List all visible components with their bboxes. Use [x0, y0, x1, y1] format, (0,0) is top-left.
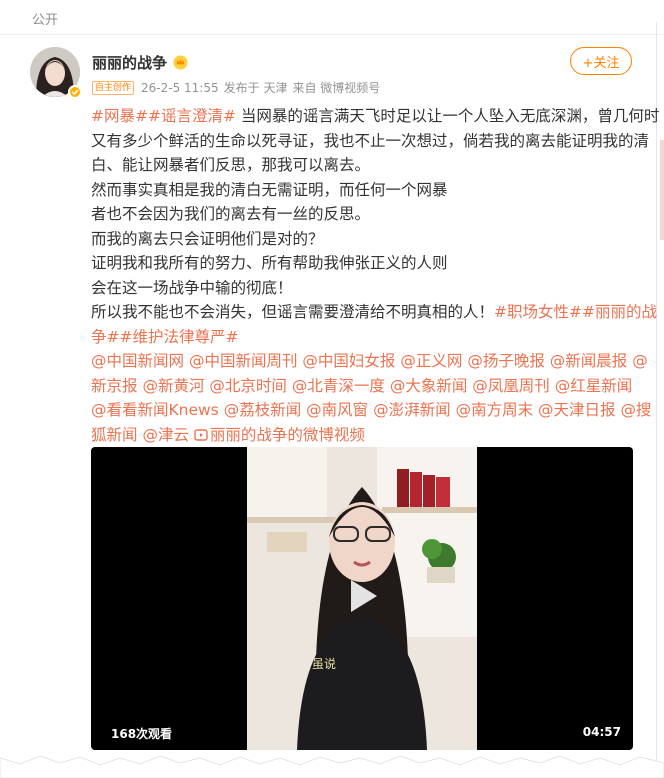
- post-text: 当网暴的谣言满天飞时足以让一个人坠入无底深渊，曾几何时: [235, 107, 660, 125]
- mention-link[interactable]: @中国新闻网: [91, 352, 184, 370]
- post-line: 证明我和我所有的努力、所有帮助我伸张正义的人则: [91, 254, 448, 272]
- post-line: 又有多少个鲜活的生命以死寻证，我也不止一次想过，倘若我的离去能证明我的清: [91, 131, 650, 150]
- post-line: 然而事实真相是我的清白无需证明，而任何一个网暴: [91, 180, 448, 199]
- mention-link[interactable]: @津云: [142, 426, 189, 444]
- mention-link[interactable]: @澎湃新闻: [373, 401, 451, 419]
- mentions-line-2: 新京报 @新黄河 @北京时间 @北青深一度 @大象新闻 @凤凰周刊 @红星新闻: [91, 374, 636, 399]
- mention-link[interactable]: @中国妇女报: [302, 352, 395, 370]
- post-line: 所以我不能也不会消失，但谣言需要澄清给不明真相的人！#职场女性##丽丽的战: [91, 300, 657, 325]
- video-duration: 04:57: [582, 725, 621, 739]
- side-tab[interactable]: [660, 140, 664, 240]
- mention-link[interactable]: @天津日报: [538, 401, 616, 419]
- post-text: 所以我不能也不会消失，但谣言需要澄清给不明真相的人！: [91, 303, 495, 321]
- crown-icon: [173, 55, 188, 70]
- mention-link[interactable]: @凤凰周刊: [472, 377, 550, 395]
- visibility-label: 公开: [32, 13, 59, 28]
- author-row: 丽丽的战争: [92, 52, 188, 73]
- post-line: 争##维护法律尊严#: [91, 325, 636, 350]
- post-location: 发布于 天津: [223, 81, 288, 95]
- hashtag[interactable]: #维护法律尊严#: [120, 328, 239, 346]
- hashtag[interactable]: #网暴#: [91, 107, 148, 125]
- post-source: 来自 微博视频号: [292, 81, 381, 95]
- hashtag[interactable]: #谣言澄清#: [148, 107, 236, 125]
- top-bar: 公开: [0, 0, 664, 35]
- video-link-icon: [194, 428, 208, 441]
- post-meta: 自主创作 26-2-5 11:55 发布于 天津 来自 微博视频号: [92, 79, 380, 96]
- mention-link[interactable]: @北京时间: [209, 377, 287, 395]
- verified-icon: [68, 85, 82, 99]
- post-line: 而我的离去只会证明他们是对的？: [91, 229, 324, 248]
- mentions-line-1: @中国新闻网 @中国新闻周刊 @中国妇女报 @正义网 @扬子晚报 @新闻晨报 @: [91, 349, 648, 374]
- view-count: 168次观看: [111, 727, 173, 741]
- mentions-line-4: 狐新闻 @津云 丽丽的战争的微博视频: [91, 423, 636, 448]
- author-name[interactable]: 丽丽的战争: [92, 52, 167, 73]
- video-link-label: 丽丽的战争的微博视频: [209, 425, 365, 444]
- video-player[interactable]: 虽说 168次观看 04:57: [91, 447, 633, 750]
- mention-link[interactable]: @中国新闻周刊: [189, 352, 298, 370]
- post-line: 会在这一场战争中输的彻底！: [91, 278, 293, 297]
- post-body: #网暴##谣言澄清# 当网暴的谣言满天飞时足以让一个人坠入无底深渊，曾几何时 又…: [91, 104, 659, 448]
- play-icon[interactable]: [341, 575, 383, 617]
- mention-link[interactable]: 狐新闻: [91, 426, 138, 444]
- mention-link[interactable]: @: [632, 352, 648, 370]
- video-link[interactable]: 丽丽的战争的微博视频: [194, 426, 365, 444]
- hashtag[interactable]: #职场女性#: [494, 303, 582, 321]
- mention-link[interactable]: @荔枝新闻: [224, 401, 302, 419]
- mention-link[interactable]: @红星新闻: [555, 377, 633, 395]
- hashtag[interactable]: #丽丽的战: [582, 303, 657, 321]
- post-line: 者也不会因为我们的离去有一丝的反思。: [91, 205, 371, 223]
- mention-link[interactable]: @正义网: [400, 352, 462, 370]
- mention-link[interactable]: @新黄河: [142, 377, 204, 395]
- mention-link[interactable]: @新闻晨报: [550, 352, 628, 370]
- video-caption: 虽说: [312, 657, 337, 671]
- mention-link[interactable]: @看看新闻Knews: [91, 401, 219, 419]
- post-time[interactable]: 26-2-5 11:55: [141, 81, 219, 95]
- mention-link[interactable]: @北青深一度: [292, 377, 385, 395]
- mention-link[interactable]: 新京报: [91, 377, 138, 395]
- hashtag[interactable]: 争#: [91, 328, 120, 346]
- post-line: 白、能让网暴者们反思，那我可以离去。: [91, 156, 371, 174]
- mention-link[interactable]: @南方周末: [456, 401, 534, 419]
- creator-badge: 自主创作: [92, 80, 135, 95]
- mention-link[interactable]: @扬子晚报: [467, 352, 545, 370]
- mention-link[interactable]: @大象新闻: [390, 377, 468, 395]
- follow-button[interactable]: +关注: [570, 47, 632, 75]
- panel-edge: [656, 22, 657, 778]
- mentions-line-3: @看看新闻Knews @荔枝新闻 @南风窗 @澎湃新闻 @南方周末 @天津日报 …: [91, 398, 652, 423]
- mention-link[interactable]: @搜: [620, 401, 651, 419]
- torn-edge: [0, 755, 664, 778]
- mention-link[interactable]: @南风窗: [306, 401, 368, 419]
- post-line: #网暴##谣言澄清# 当网暴的谣言满天飞时足以让一个人坠入无底深渊，曾几何时: [91, 104, 659, 129]
